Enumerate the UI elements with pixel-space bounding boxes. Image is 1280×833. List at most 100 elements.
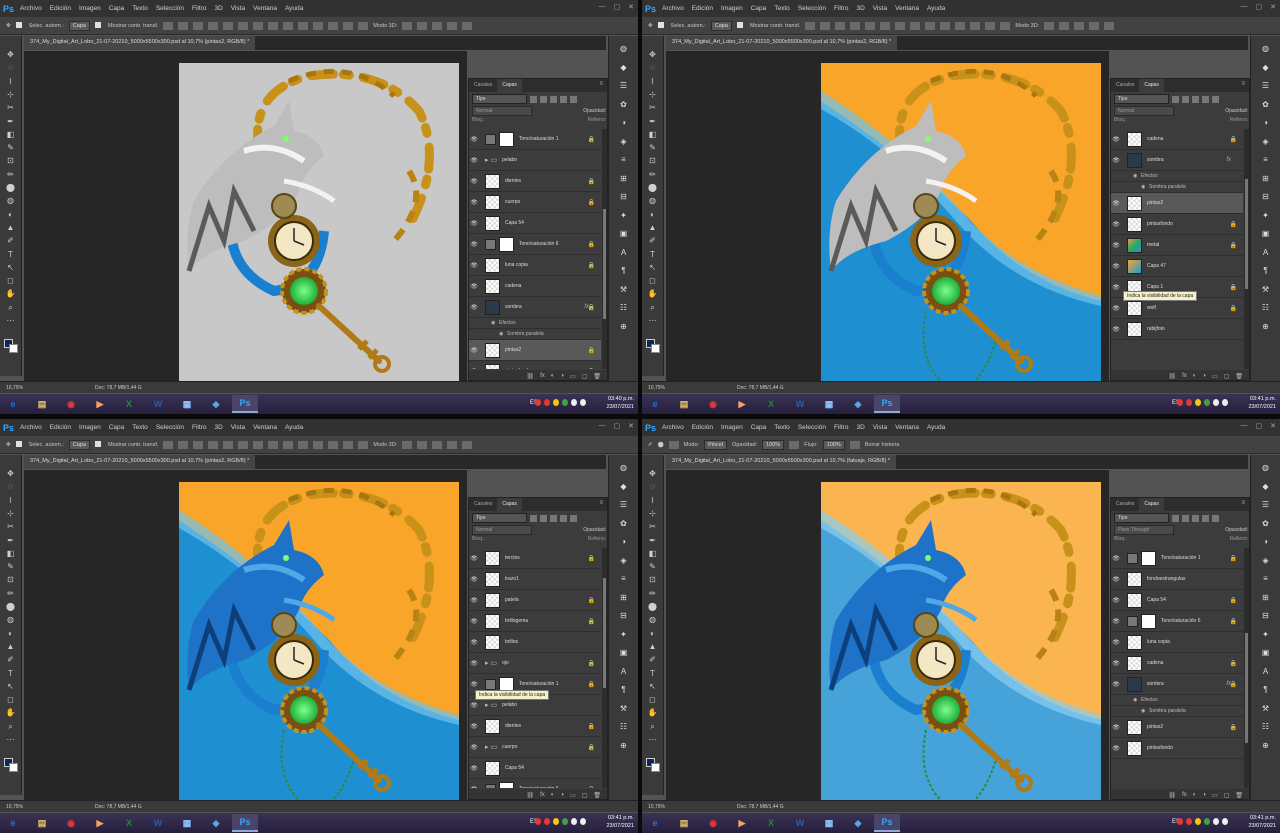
menu-item[interactable]: Ventana bbox=[253, 424, 277, 431]
paint-icon[interactable]: ◆ bbox=[845, 814, 871, 832]
photoshop-logo-icon[interactable]: Ps bbox=[645, 4, 656, 14]
layer-thumbnail[interactable] bbox=[485, 718, 500, 734]
explorer-icon[interactable]: ▤ bbox=[29, 814, 55, 832]
layer-thumbnail[interactable] bbox=[1127, 634, 1142, 650]
panel-icon[interactable]: ≡ bbox=[618, 155, 629, 164]
folder-icon[interactable]: ▸ ▭ bbox=[485, 659, 497, 667]
tool-icon[interactable]: ✂ bbox=[5, 103, 16, 112]
menu-item[interactable]: Edición bbox=[50, 5, 71, 12]
align-icon[interactable] bbox=[850, 21, 861, 30]
panel-icon[interactable]: ✿ bbox=[1260, 519, 1271, 528]
align-icon[interactable] bbox=[985, 21, 996, 30]
paint-icon[interactable]: ◆ bbox=[203, 814, 229, 832]
system-tray[interactable] bbox=[1177, 818, 1228, 825]
tool-icon[interactable]: ◻ bbox=[5, 276, 16, 285]
menu-item[interactable]: Ventana bbox=[895, 5, 919, 12]
panel-icon[interactable]: ◈ bbox=[618, 556, 629, 565]
background-color[interactable] bbox=[651, 344, 660, 353]
layer-row[interactable]: ◉ Sombra paralela bbox=[469, 329, 601, 340]
close-icon[interactable]: ✕ bbox=[1270, 3, 1276, 11]
layer-thumbnail[interactable] bbox=[485, 550, 500, 566]
panel-action-icon[interactable]: ▢ bbox=[1224, 792, 1230, 799]
panel-icon[interactable]: ◍ bbox=[1260, 463, 1271, 472]
effect-eye-icon[interactable]: ◉ bbox=[1141, 708, 1145, 714]
menu-item[interactable]: Archivo bbox=[662, 5, 684, 12]
color-swatches[interactable] bbox=[646, 339, 660, 353]
tray-icon[interactable] bbox=[562, 399, 568, 406]
panel-icon[interactable]: ◆ bbox=[618, 63, 629, 72]
paint-icon[interactable]: ◆ bbox=[203, 395, 229, 413]
filter-icon[interactable] bbox=[1172, 514, 1179, 522]
tool-icon[interactable]: ✋ bbox=[647, 289, 658, 298]
layer-name[interactable]: Capa 1 bbox=[1147, 284, 1163, 290]
canvas-area[interactable] bbox=[666, 470, 1109, 800]
panel-icon[interactable]: ▣ bbox=[1260, 229, 1271, 238]
align-icon[interactable] bbox=[313, 21, 324, 30]
canvas-area[interactable] bbox=[666, 51, 1109, 381]
layer-row[interactable]: 👁 sombra fx bbox=[1111, 150, 1243, 171]
layer-thumbnail[interactable] bbox=[1127, 237, 1142, 253]
layer-name[interactable]: Tono/saturación 1 bbox=[519, 136, 558, 142]
3d-icon[interactable] bbox=[447, 440, 458, 449]
panel-action-icon[interactable]: ⛓ bbox=[1168, 373, 1176, 380]
menu-item[interactable]: Ayuda bbox=[927, 424, 945, 431]
align-icon[interactable] bbox=[193, 21, 204, 30]
eye-icon[interactable]: 👁 bbox=[1111, 136, 1121, 143]
filter-icon[interactable] bbox=[1192, 514, 1199, 522]
effect-eye-icon[interactable]: ◉ bbox=[1133, 173, 1137, 179]
layer-name[interactable]: cuerpo bbox=[502, 744, 517, 750]
opacity-input[interactable]: 100% bbox=[762, 439, 785, 450]
tool-icon[interactable]: ◍ bbox=[647, 615, 658, 624]
panel-menu-icon[interactable]: ≡ bbox=[1241, 500, 1245, 506]
panel-icon[interactable]: ◈ bbox=[1260, 556, 1271, 565]
tab-layers[interactable]: Capas bbox=[1139, 79, 1164, 92]
panel-action-icon[interactable]: ◐ bbox=[551, 373, 555, 379]
layer-row[interactable]: 👁 cadena 🔒 bbox=[1111, 129, 1243, 150]
tool-icon[interactable]: ▲ bbox=[5, 642, 16, 651]
panel-icon[interactable]: ☰ bbox=[618, 81, 629, 90]
layer-name[interactable]: Sombra paralela bbox=[507, 331, 544, 337]
eye-icon[interactable]: 👁 bbox=[1111, 745, 1121, 752]
panel-icon[interactable]: ≡ bbox=[1260, 574, 1271, 583]
align-icon[interactable] bbox=[253, 440, 264, 449]
background-color[interactable] bbox=[651, 763, 660, 772]
photoshop-taskbar-icon[interactable]: Ps bbox=[874, 814, 900, 832]
maximize-icon[interactable]: ▢ bbox=[614, 422, 621, 430]
excel-icon[interactable]: X bbox=[758, 814, 784, 832]
tool-icon[interactable]: ⌇ bbox=[5, 496, 16, 505]
canvas-area[interactable] bbox=[24, 470, 467, 800]
notepad-icon[interactable]: ▦ bbox=[816, 395, 842, 413]
zoom-level[interactable]: 10,75% bbox=[6, 385, 23, 391]
tool-icon[interactable]: ⋯ bbox=[5, 735, 16, 744]
align-icon[interactable] bbox=[343, 440, 354, 449]
panel-action-icon[interactable]: 🗑 bbox=[1235, 373, 1243, 380]
tool-icon[interactable]: ✋ bbox=[647, 708, 658, 717]
tray-icon[interactable] bbox=[1222, 818, 1228, 825]
tool-icon[interactable]: T bbox=[5, 250, 16, 259]
layer-name[interactable]: trazo1 bbox=[505, 576, 519, 582]
eye-icon[interactable]: 👁 bbox=[469, 157, 479, 164]
media-player-icon[interactable]: ▶ bbox=[729, 814, 755, 832]
edge-icon[interactable]: e bbox=[642, 814, 668, 832]
menu-item[interactable]: Imagen bbox=[721, 424, 743, 431]
layer-name[interactable]: Tono/saturación 6 bbox=[1161, 618, 1200, 624]
layer-mask-thumbnail[interactable] bbox=[499, 781, 514, 788]
eye-icon[interactable]: 👁 bbox=[1111, 681, 1121, 688]
layer-thumbnail[interactable] bbox=[485, 299, 500, 315]
eye-icon[interactable]: 👁 bbox=[469, 262, 479, 269]
panel-icon[interactable]: ◆ bbox=[1260, 63, 1271, 72]
align-icon[interactable] bbox=[283, 440, 294, 449]
tray-icon[interactable] bbox=[535, 818, 541, 825]
panel-icon[interactable]: ⊟ bbox=[618, 611, 629, 620]
align-icon[interactable] bbox=[970, 21, 981, 30]
layer-row[interactable]: 👁 dientes 🔒 bbox=[469, 716, 601, 737]
photoshop-logo-icon[interactable]: Ps bbox=[3, 4, 14, 14]
artwork-canvas[interactable] bbox=[24, 51, 467, 381]
effect-eye-icon[interactable]: ◉ bbox=[499, 331, 503, 337]
panel-icon[interactable]: A bbox=[618, 667, 629, 676]
menu-item[interactable]: Vista bbox=[231, 424, 245, 431]
panel-icon[interactable]: ✦ bbox=[618, 630, 629, 639]
word-icon[interactable]: W bbox=[787, 395, 813, 413]
menu-item[interactable]: Filtro bbox=[192, 424, 206, 431]
filter-icon[interactable] bbox=[1212, 514, 1219, 522]
